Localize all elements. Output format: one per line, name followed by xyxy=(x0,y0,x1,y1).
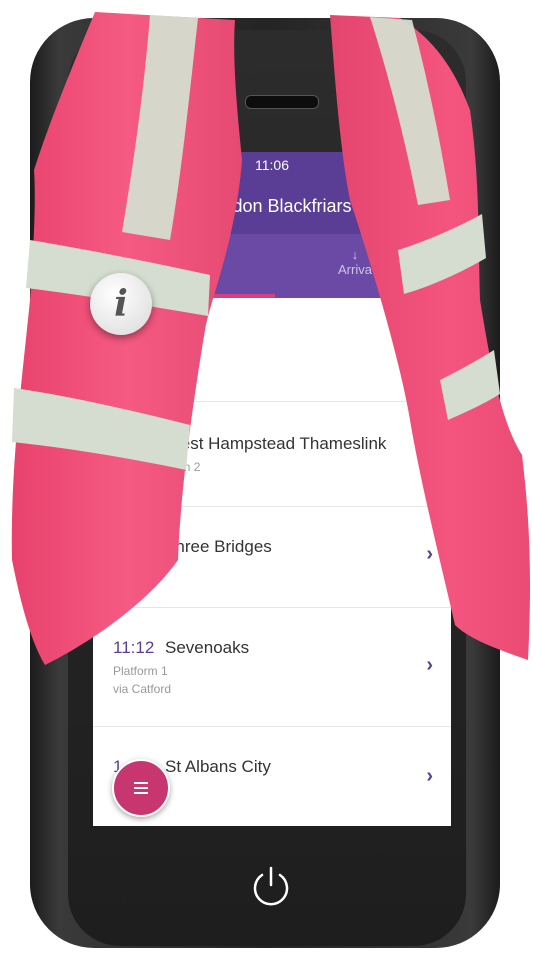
chevron-right-icon: › xyxy=(426,654,433,676)
departure-status: ected xyxy=(113,460,143,474)
departure-platform: Platform 1 xyxy=(113,664,168,678)
departure-destination: tford xyxy=(165,326,200,345)
arrow-down-icon: ↓ xyxy=(351,247,359,262)
departure-details: ed Platform 2 xyxy=(113,352,184,366)
departure-status: ed xyxy=(113,352,127,366)
departure-via: via Catford xyxy=(113,682,172,696)
tab-arrivals[interactable]: ↓ Arriva xyxy=(338,247,372,278)
status-time: 11:06 xyxy=(255,157,289,173)
phone-speaker xyxy=(245,95,319,109)
departure-destination: Three Bridges xyxy=(165,537,272,556)
departure-list: tford ed Platform 2 › West Hampstead Tha… xyxy=(93,298,451,826)
departure-platform: orm 1 xyxy=(113,563,144,577)
station-title: ndon Blackfriars xyxy=(222,195,352,216)
departure-row[interactable]: 11:12 Sevenoaks Platform 1 via Catford › xyxy=(93,608,451,727)
departure-time: 08 xyxy=(113,537,132,556)
departure-destination: Sevenoaks xyxy=(165,638,250,657)
status-bar: 11:06 xyxy=(93,152,451,178)
menu-button[interactable] xyxy=(112,759,170,817)
departure-details: orm 1 xyxy=(113,563,144,577)
power-icon xyxy=(253,866,289,906)
departure-platform: Platform 2 xyxy=(129,352,185,366)
departure-time: 11:12 xyxy=(113,638,155,657)
departure-destination: West Hampstead Thameslink xyxy=(165,434,387,453)
tab-departures-label: s xyxy=(203,248,210,263)
chevron-right-icon: › xyxy=(426,334,433,356)
info-icon: i xyxy=(114,283,128,325)
tab-departures[interactable]: s xyxy=(203,248,210,263)
home-button[interactable] xyxy=(233,848,309,924)
chevron-right-icon: › xyxy=(426,543,433,565)
station-header: ndon Blackfriars xyxy=(93,178,451,234)
tab-arrivals-label: Arriva xyxy=(338,262,372,277)
info-button[interactable]: i xyxy=(90,273,152,335)
departure-row[interactable]: West Hampstead Thameslink ected Platform… xyxy=(93,402,451,507)
hamburger-menu-icon xyxy=(134,782,148,794)
departure-destination: St Albans City xyxy=(165,757,271,776)
departure-details: ected Platform 2 xyxy=(113,460,200,474)
chevron-right-icon: › xyxy=(426,765,433,787)
departure-row[interactable]: 08 Three Bridges orm 1 › xyxy=(93,507,451,608)
chevron-right-icon: › xyxy=(426,442,433,464)
app-screen: 11:06 ndon Blackfriars s ↓ Arriva tford … xyxy=(93,152,451,826)
departure-platform: Platform 2 xyxy=(145,460,201,474)
